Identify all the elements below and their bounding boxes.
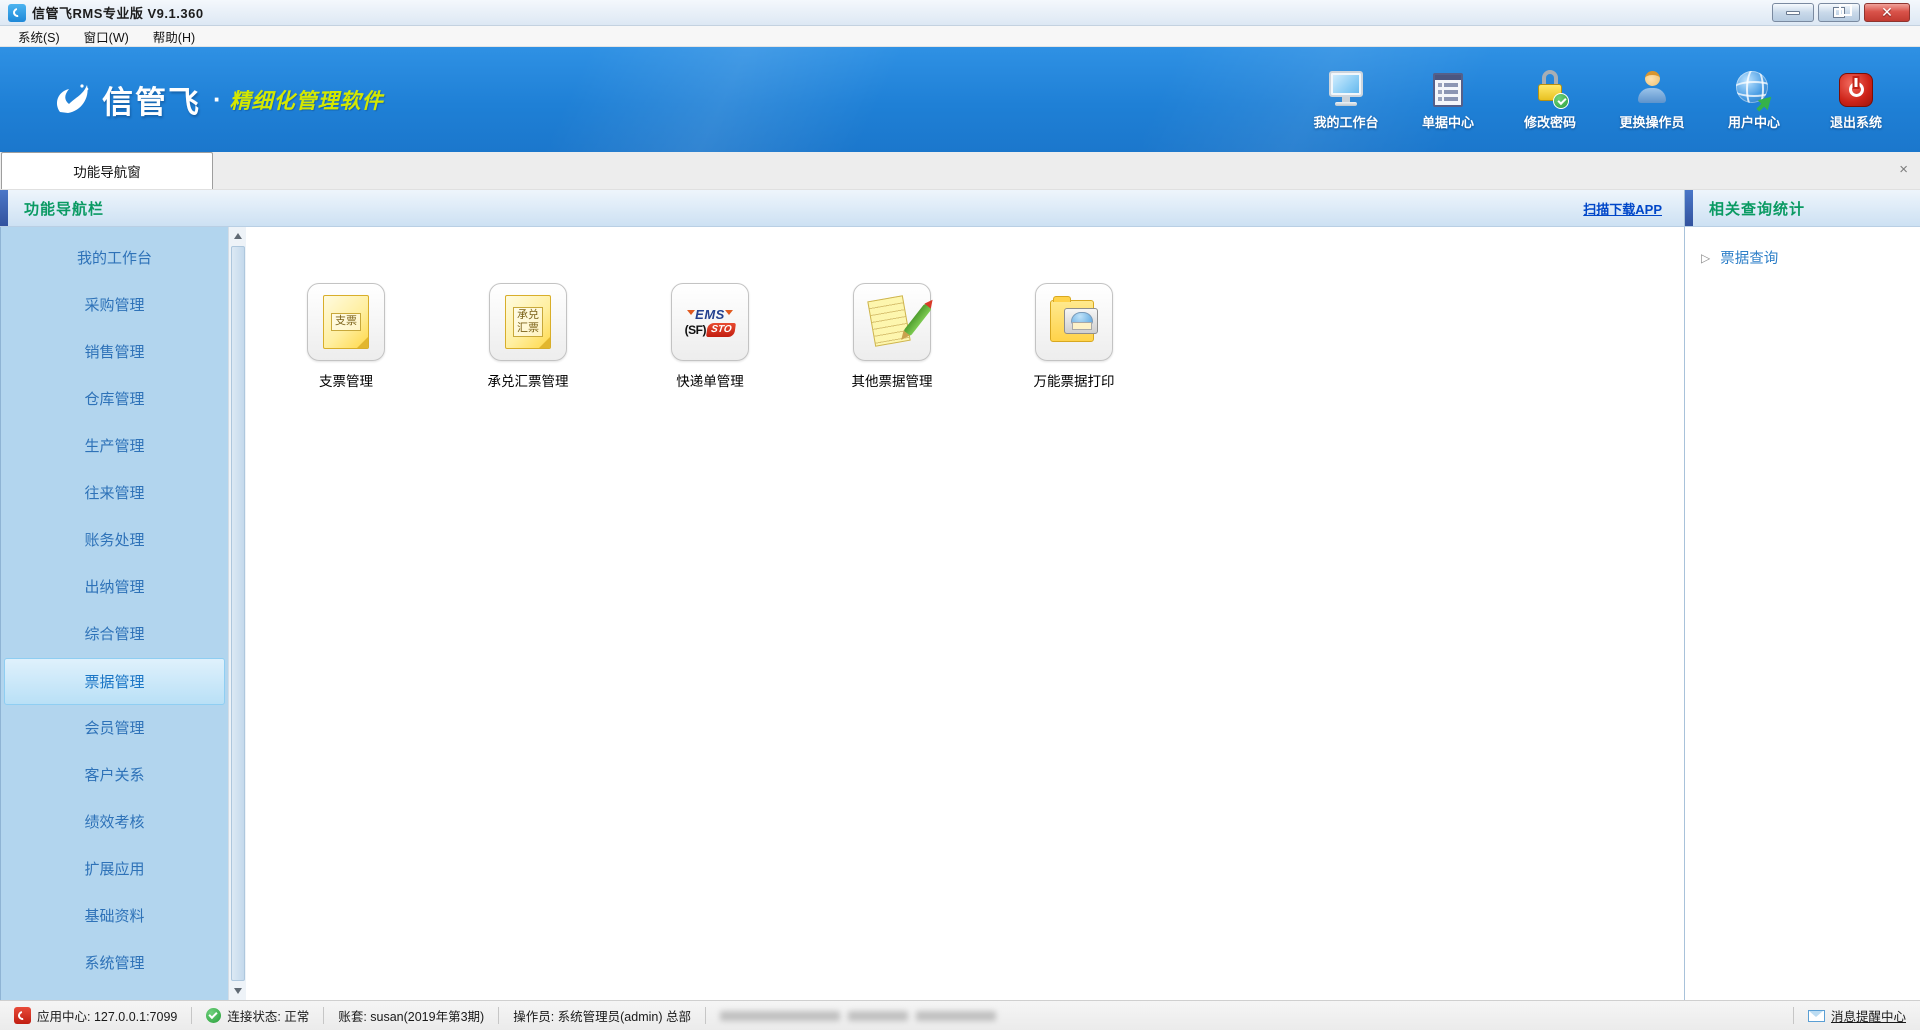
menu-item-window[interactable]: 窗口(W) [72, 25, 141, 48]
sidebar-item-extensions[interactable]: 扩展应用 [1, 846, 228, 893]
module-icon-area: 支票 支票管理 承兑 汇票 承兑汇票管理 [246, 227, 1684, 1000]
scroll-down-icon [234, 988, 242, 994]
toolbar-item-change-password[interactable]: 修改密码 [1514, 69, 1586, 131]
redacted-text [706, 1007, 1036, 1024]
menu-item-help[interactable]: 帮助(H) [141, 25, 207, 48]
sidebar-item-warehouse[interactable]: 仓库管理 [1, 376, 228, 423]
sidebar-item-sales[interactable]: 销售管理 [1, 329, 228, 376]
left-content: 我的工作台 采购管理 销售管理 仓库管理 生产管理 往来管理 账务处理 出纳管理… [0, 227, 1684, 1000]
sidebar-item-system[interactable]: 系统管理 [1, 940, 228, 987]
status-account: 账套: susan(2019年第3期) [324, 1006, 498, 1025]
right-panel-title: 相关查询统计 [1709, 198, 1805, 219]
menu-item-system[interactable]: 系统(S) [6, 25, 72, 48]
module-universal-ticket-print[interactable]: 万能票据打印 [1014, 283, 1134, 390]
sidebar-item-contacts[interactable]: 往来管理 [1, 470, 228, 517]
nav-panel-title: 功能导航栏 [24, 198, 104, 219]
banner-toolbar: 我的工作台 单据中心 修改密码 更换操作员 [1310, 69, 1920, 131]
toolbar-item-exit-system[interactable]: 退出系统 [1820, 69, 1892, 131]
module-express-waybill-management[interactable]: EMS (SF) STO 快递单管理 [650, 283, 770, 390]
envelope-icon [1808, 1010, 1825, 1022]
toolbar-item-my-workbench[interactable]: 我的工作台 [1310, 69, 1382, 131]
scroll-down-button[interactable] [229, 982, 247, 1000]
sidebar-item-purchase[interactable]: 采购管理 [1, 282, 228, 329]
change-password-lock-icon [1533, 69, 1567, 107]
user-center-globe-icon [1736, 69, 1772, 107]
title-bar: 信管飞RMS专业版 V9.1.360 ✕ [0, 0, 1920, 26]
other-notes-icon [853, 283, 931, 361]
sidebar-item-members[interactable]: 会员管理 [1, 705, 228, 752]
toolbar-item-user-center[interactable]: 用户中心 [1718, 69, 1790, 131]
expander-triangle-icon: ▷ [1701, 251, 1710, 265]
sidebar-item-my-workbench[interactable]: 我的工作台 [1, 235, 228, 282]
download-app-link[interactable]: 扫描下载APP [1583, 199, 1662, 218]
right-panel-header-band: 相关查询统计 [1685, 190, 1920, 227]
acceptance-bill-icon: 承兑 汇票 [489, 283, 567, 361]
cheque-icon: 支票 [307, 283, 385, 361]
nav-header-accent [0, 190, 8, 226]
tab-strip: 功能导航窗 × [0, 152, 1920, 190]
workbench-monitor-icon [1329, 69, 1363, 107]
express-waybill-icon: EMS (SF) STO [671, 283, 749, 361]
message-center-link[interactable]: 消息提醒中心 [1794, 1006, 1920, 1025]
module-other-notes-management[interactable]: 其他票据管理 [832, 283, 952, 390]
brand-logo: 信管飞 · 精细化管理软件 [52, 77, 384, 122]
sidebar-item-comprehensive[interactable]: 综合管理 [1, 611, 228, 658]
module-cheque-management[interactable]: 支票 支票管理 [286, 283, 406, 390]
status-app-center: 应用中心: 127.0.0.1:7099 [0, 1006, 191, 1025]
restore-button[interactable] [1818, 3, 1860, 22]
app-center-logo-icon [14, 1007, 31, 1024]
query-item-bills[interactable]: ▷ 票据查询 [1701, 247, 1920, 268]
toolbar-item-document-center[interactable]: 单据中心 [1412, 69, 1484, 131]
status-bar: 应用中心: 127.0.0.1:7099 连接状态: 正常 账套: susan(… [0, 1000, 1920, 1030]
close-button[interactable]: ✕ [1864, 3, 1910, 22]
scroll-up-button[interactable] [229, 227, 247, 245]
minimize-icon [1786, 11, 1800, 15]
right-panel: 相关查询统计 ▷ 票据查询 [1684, 190, 1920, 1000]
minimize-button[interactable] [1772, 3, 1814, 22]
right-panel-accent [1685, 190, 1693, 226]
sidebar-item-accounting[interactable]: 账务处理 [1, 517, 228, 564]
window-title: 信管飞RMS专业版 V9.1.360 [32, 3, 204, 22]
tab-close-icon[interactable]: × [1895, 160, 1912, 179]
right-panel-content: ▷ 票据查询 [1685, 227, 1920, 1000]
status-connection: 连接状态: 正常 [192, 1006, 323, 1025]
sidebar-item-cashier[interactable]: 出纳管理 [1, 564, 228, 611]
sidebar-item-production[interactable]: 生产管理 [1, 423, 228, 470]
restore-icon [1834, 8, 1844, 17]
toolbar-item-switch-operator[interactable]: 更换操作员 [1616, 69, 1688, 131]
sidebar-item-customer-relations[interactable]: 客户关系 [1, 752, 228, 799]
brand-separator: · [213, 84, 222, 115]
exit-system-power-icon [1839, 69, 1873, 107]
sidebar-item-bills-selected[interactable]: 票据管理 [4, 658, 225, 705]
workspace: 功能导航栏 扫描下载APP 我的工作台 采购管理 销售管理 仓库管理 生产管理 … [0, 190, 1920, 1000]
scroll-up-icon [234, 233, 242, 239]
menu-bar: 系统(S) 窗口(W) 帮助(H) [0, 26, 1920, 47]
tab-function-navigation[interactable]: 功能导航窗 [1, 152, 213, 189]
brand-swoosh-icon [52, 82, 92, 118]
module-acceptance-bill-management[interactable]: 承兑 汇票 承兑汇票管理 [468, 283, 588, 390]
left-region: 功能导航栏 扫描下载APP 我的工作台 采购管理 销售管理 仓库管理 生产管理 … [0, 190, 1684, 1000]
document-center-icon [1433, 69, 1463, 107]
app-logo-icon [8, 4, 26, 22]
sidebar-scrollbar[interactable] [228, 227, 246, 1000]
sidebar-nav: 我的工作台 采购管理 销售管理 仓库管理 生产管理 往来管理 账务处理 出纳管理… [0, 227, 228, 1000]
header-banner: 信管飞 · 精细化管理软件 我的工作台 单据中心 修改密码 [0, 47, 1920, 152]
sidebar-item-performance[interactable]: 绩效考核 [1, 799, 228, 846]
scroll-thumb[interactable] [231, 246, 245, 981]
sidebar-item-basic-data[interactable]: 基础资料 [1, 893, 228, 940]
close-icon: ✕ [1881, 6, 1893, 20]
brand-name: 信管飞 [102, 77, 201, 122]
window-controls: ✕ [1772, 3, 1914, 22]
status-operator: 操作员: 系统管理员(admin) 总部 [499, 1006, 705, 1025]
brand-slogan: 精细化管理软件 [230, 85, 384, 115]
nav-header-band: 功能导航栏 扫描下载APP [0, 190, 1684, 227]
switch-operator-user-icon [1635, 69, 1669, 107]
connection-ok-icon [206, 1008, 221, 1023]
universal-print-icon [1035, 283, 1113, 361]
